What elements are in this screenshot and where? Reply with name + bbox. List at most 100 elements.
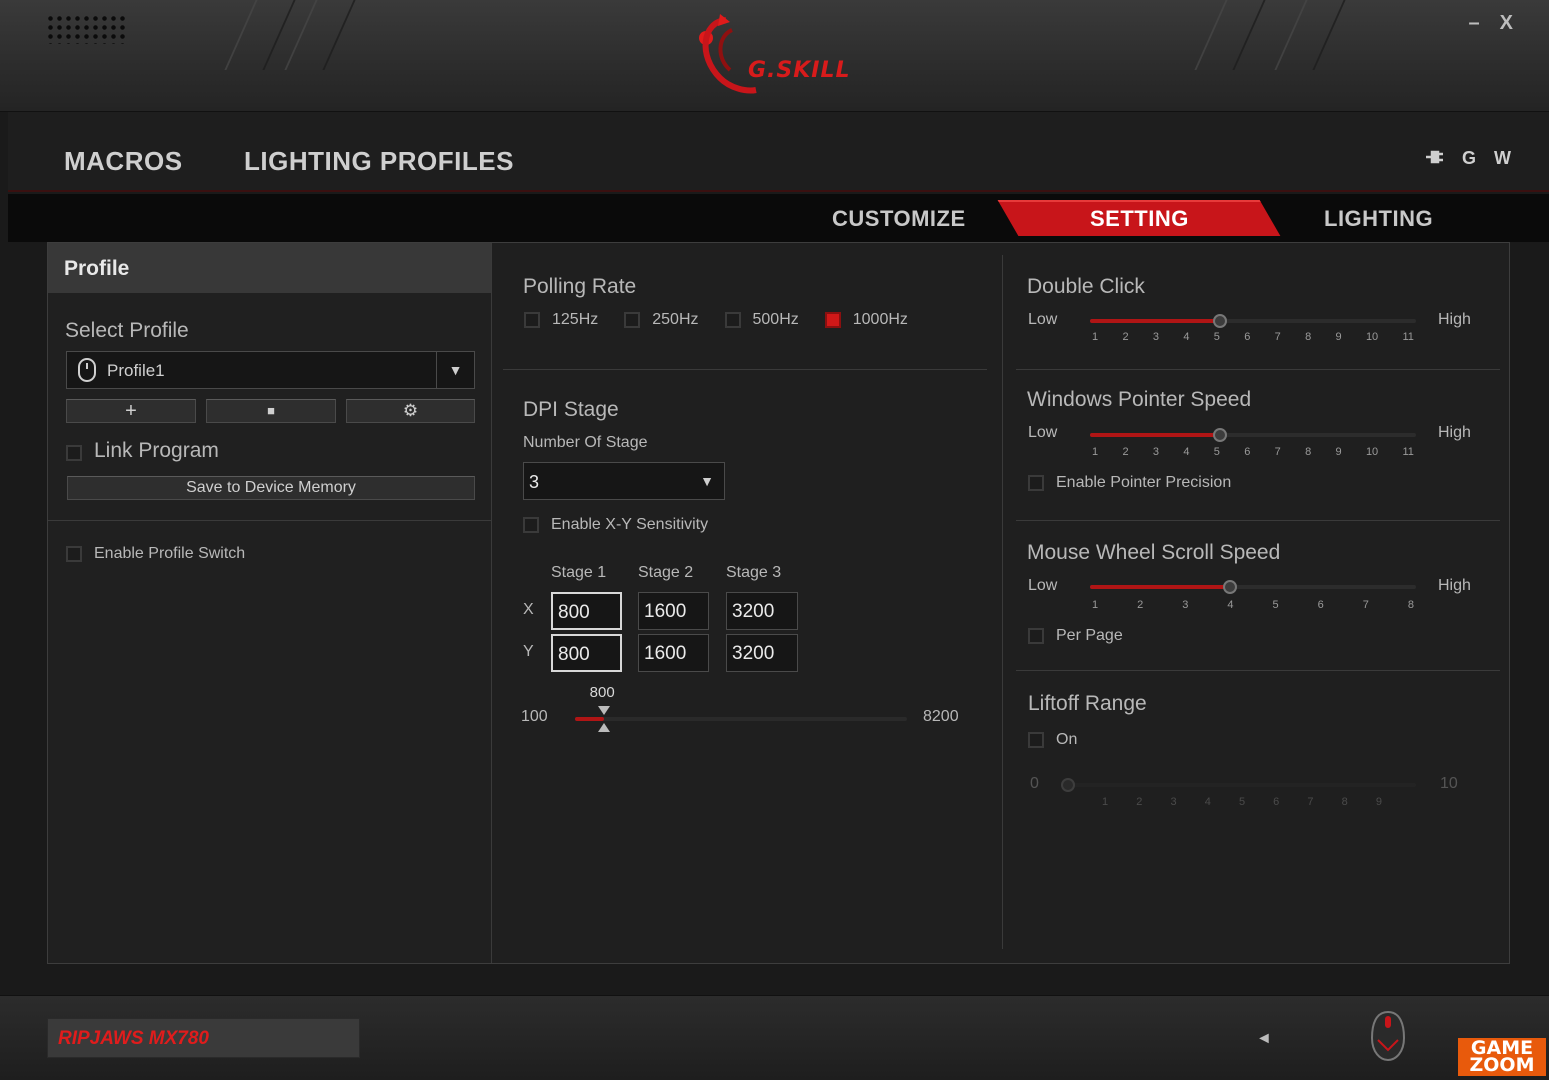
tick: 3 [1152,331,1159,343]
profile-switch-option[interactable]: Enable Profile Switch [66,545,245,563]
mouse-device-icon[interactable] [1368,1010,1408,1062]
g-key-button[interactable]: G [1462,148,1476,169]
stage-2-x-input[interactable]: 1600 [638,592,709,630]
per-page-checkbox[interactable] [1028,627,1044,644]
stage-1-y-input[interactable]: 800 [551,634,622,672]
stage-2-y-input[interactable]: 1600 [638,634,709,672]
polling-option-250[interactable]: 250Hz [624,311,699,329]
stage-1-x-input[interactable]: 800 [551,592,622,630]
vertical-divider [1002,255,1003,949]
dpi-slider-thumb-bottom[interactable] [597,723,610,732]
pointer-precision-option[interactable]: Enable Pointer Precision [1028,474,1231,492]
pointer-speed-slider[interactable] [1090,428,1416,442]
liftoff-slider[interactable] [1061,778,1416,792]
x-row-label: X [523,601,534,618]
tick: 2 [1122,446,1129,458]
profile-panel: Profile Select Profile Profile1 ▼ + ■ ⚙ … [48,243,492,963]
liftoff-min: 0 [1030,775,1039,792]
dpi-slider[interactable] [575,706,907,732]
polling-label: 1000Hz [852,311,908,328]
tick: 6 [1244,446,1251,458]
stage-3-x-input[interactable]: 3200 [726,592,798,630]
stage-count-value: 3 [529,472,540,492]
pointer-precision-label: Enable Pointer Precision [1056,474,1232,491]
tick: 4 [1183,446,1190,458]
save-to-device-button[interactable]: Save to Device Memory [67,476,475,500]
pointer-speed-low: Low [1028,424,1058,441]
double-click-slider[interactable] [1090,314,1416,328]
stage-3-y-input[interactable]: 3200 [726,634,798,672]
pointer-precision-checkbox[interactable] [1028,474,1044,491]
settings-frame: Profile Select Profile Profile1 ▼ + ■ ⚙ … [47,242,1510,964]
profile-switch-checkbox[interactable] [66,545,82,562]
polling-checkbox[interactable] [724,311,741,328]
liftoff-on-checkbox[interactable] [1028,731,1044,748]
liftoff-on-option[interactable]: On [1028,731,1077,749]
tab-lighting[interactable]: LIGHTING [1324,206,1433,232]
tab-customize[interactable]: CUSTOMIZE [832,206,966,232]
delete-profile-button[interactable]: ■ [206,399,336,423]
tick: 10 [1365,331,1379,343]
nav-macros[interactable]: MACROS [64,146,183,177]
plug-icon[interactable] [1424,148,1444,169]
link-program-option[interactable]: Link Program [66,439,219,463]
xy-sensitivity-option[interactable]: Enable X-Y Sensitivity [523,516,708,534]
tick: 9 [1375,796,1382,808]
prev-arrow-icon[interactable]: ◄ [1256,1030,1272,1048]
per-page-option[interactable]: Per Page [1028,627,1123,645]
y-row-label: Y [523,643,534,660]
tab-setting[interactable]: SETTING [1090,206,1189,232]
tick: 4 [1227,599,1234,611]
tick: 10 [1365,446,1379,458]
profile-select-value: Profile1 [107,361,165,380]
brand-name: G.SKILL [748,58,851,83]
chevron-down-icon[interactable]: ▼ [700,473,714,489]
profile-settings-button[interactable]: ⚙ [346,399,475,423]
polling-checkbox[interactable] [624,311,641,328]
tick: 6 [1273,796,1280,808]
watermark-line-2: ZOOM [1469,1054,1535,1076]
scroll-speed-low: Low [1028,577,1058,594]
stage-count-select[interactable]: 3 ▼ [523,462,725,500]
polling-checkbox-checked[interactable] [824,311,841,328]
minimize-button[interactable]: – [1469,12,1480,35]
tick: 4 [1204,796,1211,808]
profile-select[interactable]: Profile1 ▼ [66,351,475,389]
link-program-checkbox[interactable] [66,444,82,461]
tick: 8 [1305,331,1312,343]
dpi-slider-thumb-top[interactable] [597,706,610,715]
bottom-bar: RIPJAWS MX780 ◄ GAME ZOOM [0,995,1549,1080]
sub-tabs: CUSTOMIZE SETTING LIGHTING [8,194,1549,242]
polling-checkbox[interactable] [524,311,540,328]
slider-thumb[interactable] [1213,428,1228,442]
dpi-slider-fill [575,717,604,721]
add-profile-button[interactable]: + [66,399,196,423]
liftoff-ticks: 1 2 3 4 5 6 7 8 9 [1102,796,1382,808]
chevron-down-icon[interactable]: ▼ [436,352,474,388]
tick: 7 [1362,599,1369,611]
tick: 2 [1122,331,1129,343]
double-click-high: High [1438,311,1471,328]
double-click-ticks: 1 2 3 4 5 6 7 8 9 10 11 [1092,331,1414,343]
polling-option-500[interactable]: 500Hz [724,311,799,329]
slider-fill [1090,433,1221,437]
tick: 5 [1272,599,1279,611]
polling-option-125[interactable]: 125Hz [524,311,598,329]
scroll-speed-slider[interactable] [1090,580,1416,594]
main-nav: MACROS LIGHTING PROFILES G W [8,112,1549,192]
xy-sensitivity-checkbox[interactable] [523,516,539,533]
tick: 7 [1274,331,1281,343]
decor-stripe [224,0,296,70]
double-click-title: Double Click [1027,275,1145,298]
polling-option-1000[interactable]: 1000Hz [824,311,908,329]
slider-thumb[interactable] [1213,314,1228,328]
polling-label: 125Hz [552,311,599,328]
polling-label: 250Hz [652,311,699,328]
brand-logo: G.SKILL [690,8,870,100]
slider-thumb[interactable] [1061,778,1075,792]
slider-thumb[interactable] [1222,580,1237,594]
w-key-button[interactable]: W [1494,148,1511,169]
tick: 5 [1238,796,1246,808]
nav-lighting-profiles[interactable]: LIGHTING PROFILES [244,146,514,177]
close-button[interactable]: X [1500,12,1513,35]
